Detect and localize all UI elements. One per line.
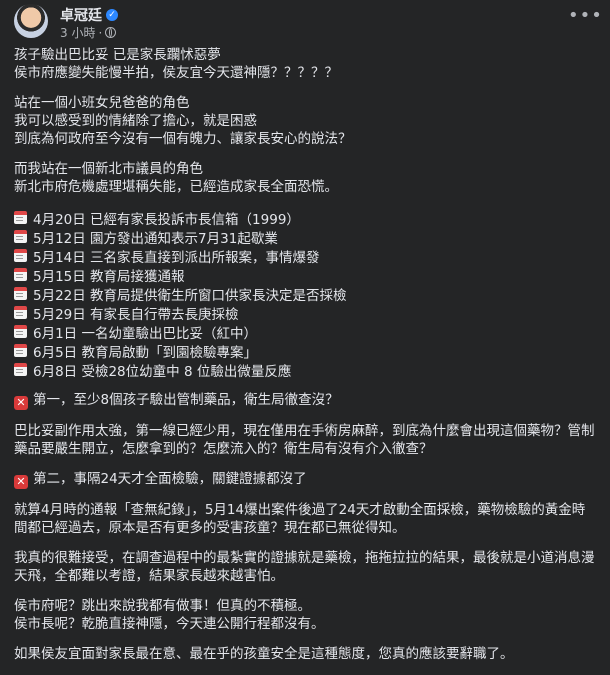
timeline-item: 5月22日 教育局提供衛生所窗口供家長決定是否採檢 (14, 284, 596, 304)
intro-paragraph: 孩子驗出巴比妥 已是家長躝怵惡夢 侯市府應變失能慢半拍，侯友宜今天還神隱？？？？… (14, 46, 596, 82)
timeline-text: 5月29日 有家長自行帶去長庚採檢 (33, 306, 239, 323)
post-meta: 3 小時 · (60, 24, 117, 41)
public-globe-icon (105, 27, 117, 38)
timeline-text: 6月5日 教育局啟動「到園檢驗專案」 (33, 344, 257, 361)
warning-icon: ✕ (14, 475, 28, 489)
parent-role-line: 站在一個小班女兒爸爸的角色 (14, 95, 190, 111)
calendar-icon (14, 287, 27, 300)
timeline-item: 6月1日 一名幼童驗出巴比妥（紅中） (14, 322, 596, 342)
calendar-icon (14, 325, 27, 338)
timeline-text: 6月8日 受檢28位幼童中 8 位驗出微量反應 (33, 363, 292, 380)
point1-body-line: 藥品要嚴生開立，怎麼拿到的？怎麼流入的？衛生局有沒有介入徹查？ (14, 441, 433, 457)
point1-title-text: 第一，至少8個孩子驗出管制藥品，衛生局徹查沒？ (33, 392, 339, 408)
closing-line: 如果侯友宜面對家長最在意、最在乎的孩童安全是這種態度，您真的應該要辭職了。 (14, 646, 514, 662)
calendar-icon (14, 363, 27, 376)
point2-body-line: 間都已經過去，原本是否有更多的受害孩童？現在都已無從得知。 (14, 520, 406, 536)
timeline-item: 5月12日 園方發出通知表示7月31起歇業 (14, 227, 596, 247)
calendar-icon (14, 344, 27, 357)
point2-extra-line: 天飛，全都難以考證，結果家長越來越害怕。 (14, 568, 284, 584)
question-line: 侯市長呢？乾脆直接神隱，今天連公開行程都沒有。 (14, 616, 325, 632)
calendar-icon (14, 268, 27, 281)
timeline-item: 5月29日 有家長自行帶去長庚採檢 (14, 303, 596, 323)
warning-icon: ✕ (14, 396, 28, 410)
timeline-text: 5月22日 教育局提供衛生所窗口供家長決定是否採檢 (33, 287, 347, 304)
parent-role-paragraph: 站在一個小班女兒爸爸的角色 我可以感受到的情緒除了擔心，就是困惑 到底為何政府至… (14, 94, 596, 148)
post-timestamp[interactable]: 3 小時 (60, 24, 95, 41)
timeline-text: 4月20日 已經有家長投訴市長信箱（1999） (33, 211, 300, 228)
timeline-item: 6月8日 受檢28位幼童中 8 位驗出微量反應 (14, 360, 596, 380)
author-avatar[interactable] (14, 4, 48, 38)
timeline-text: 5月14日 三名家長直接到派出所報案，事情爆發 (33, 249, 320, 266)
point2-extra-line: 我真的很難接受，在調查過程中的最紮實的證據就是藥檢，拖拖拉拉的結果，最後就是小道… (14, 550, 595, 566)
timeline-item: 5月14日 三名家長直接到派出所報案，事情爆發 (14, 246, 596, 266)
point2-extra: 我真的很難接受，在調查過程中的最紮實的證據就是藥檢，拖拖拉拉的結果，最後就是小道… (14, 549, 596, 585)
facebook-post: 卓冠廷 ✓ 3 小時 · ••• 孩子驗出巴比妥 已是家長躝怵惡夢 侯市府應變失… (0, 0, 610, 662)
author-row: 卓冠廷 ✓ (60, 5, 118, 25)
parent-role-line: 我可以感受到的情緒除了擔心，就是困惑 (14, 113, 257, 129)
timeline-item: 6月5日 教育局啟動「到園檢驗專案」 (14, 341, 596, 361)
point1-body-line: 巴比妥副作用太強，第一線已經少用，現在僅用在手術房麻醉，到底為什麼會出現這個藥物… (14, 423, 595, 439)
question-line: 侯市府呢？跳出來說我都有做事！但真的不積極。 (14, 598, 311, 614)
timeline-text: 5月15日 教育局接獲通報 (33, 268, 185, 285)
calendar-icon (14, 249, 27, 262)
point1-body: 巴比妥副作用太強，第一線已經少用，現在僅用在手術房麻醉，到底為什麼會出現這個藥物… (14, 422, 596, 458)
calendar-icon (14, 230, 27, 243)
councilor-role-line: 新北市府危機處理堪稱失能，已經造成家長全面恐慌。 (14, 179, 338, 195)
point1-title: ✕ 第一，至少8個孩子驗出管制藥品，衛生局徹查沒？ (14, 391, 596, 410)
timeline-list: 4月20日 已經有家長投訴市長信箱（1999） 5月12日 園方發出通知表示7月… (14, 208, 596, 380)
author-name[interactable]: 卓冠廷 (60, 5, 102, 25)
councilor-role-paragraph: 而我站在一個新北市議員的角色 新北市府危機處理堪稱失能，已經造成家長全面恐慌。 (14, 160, 596, 196)
point2-title-text: 第二，事隔24天才全面檢驗，關鍵證據都沒了 (33, 471, 307, 487)
calendar-icon (14, 211, 27, 224)
intro-line: 侯市府應變失能慢半拍，侯友宜今天還神隱？？？？？ (14, 65, 338, 81)
parent-role-line: 到底為何政府至今沒有一個有魄力、讓家長安心的說法？ (14, 131, 352, 147)
point2-body-line: 就算4月時的通報「查無紀錄」，5月14爆出案件後過了24天才啟動全面採檢，藥物檢… (14, 502, 586, 518)
timeline-item: 5月15日 教育局接獲通報 (14, 265, 596, 285)
intro-line: 孩子驗出巴比妥 已是家長躝怵惡夢 (14, 47, 221, 63)
point2-body: 就算4月時的通報「查無紀錄」，5月14爆出案件後過了24天才啟動全面採檢，藥物檢… (14, 501, 596, 537)
timeline-item: 4月20日 已經有家長投訴市長信箱（1999） (14, 208, 596, 228)
timeline-text: 5月12日 園方發出通知表示7月31起歇業 (33, 230, 278, 247)
verified-badge-icon: ✓ (106, 9, 118, 21)
calendar-icon (14, 306, 27, 319)
closing-paragraph: 如果侯友宜面對家長最在意、最在乎的孩童安全是這種態度，您真的應該要辭職了。 (14, 645, 596, 663)
point2-title: ✕ 第二，事隔24天才全面檢驗，關鍵證據都沒了 (14, 470, 596, 489)
post-header: 卓冠廷 ✓ 3 小時 · ••• (14, 4, 602, 41)
timeline-text: 6月1日 一名幼童驗出巴比妥（紅中） (33, 325, 257, 342)
post-body: 孩子驗出巴比妥 已是家長躝怵惡夢 侯市府應變失能慢半拍，侯友宜今天還神隱？？？？… (14, 46, 596, 675)
more-horizontal-icon[interactable]: ••• (568, 4, 602, 32)
councilor-role-line: 而我站在一個新北市議員的角色 (14, 161, 203, 177)
questions-paragraph: 侯市府呢？跳出來說我都有做事！但真的不積極。 侯市長呢？乾脆直接神隱，今天連公開… (14, 597, 596, 633)
